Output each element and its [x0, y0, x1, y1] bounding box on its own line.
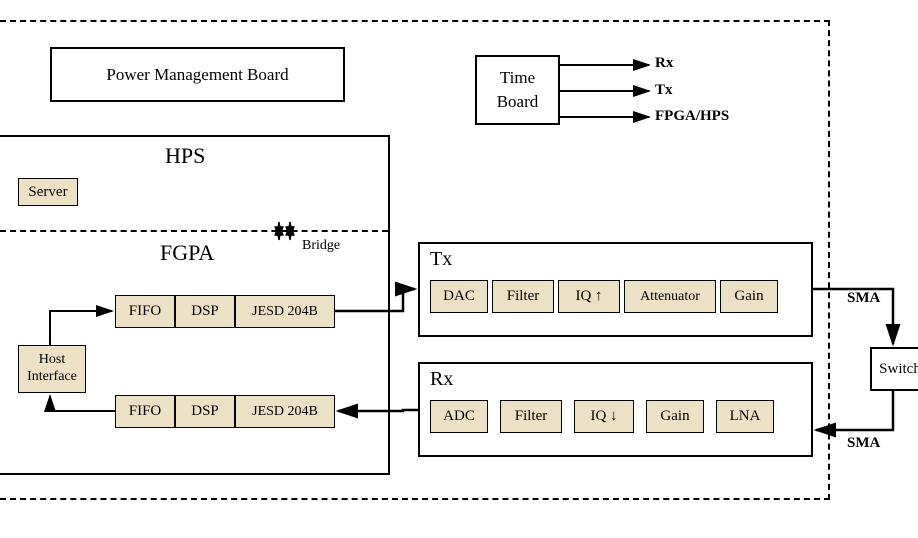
power-management-board: Power Management Board — [50, 47, 345, 102]
fpga-fifo-1: FIFO — [115, 295, 175, 328]
host-interface-box: Host Interface — [18, 345, 86, 393]
fpga-title: FGPA — [160, 240, 214, 266]
time-tx-label: Tx — [655, 82, 673, 99]
fpga-jesd-2: JESD 204B — [235, 395, 335, 428]
sma-label-1: SMA — [847, 290, 880, 307]
rx-filter: Filter — [500, 400, 562, 433]
fpga-fifo-2: FIFO — [115, 395, 175, 428]
server-box: Server — [18, 178, 78, 206]
fpga-dsp-1: DSP — [175, 295, 235, 328]
time-board-l1: Time — [500, 66, 535, 90]
switch-label: Switch — [879, 361, 918, 378]
switch-box: Switch — [870, 347, 918, 391]
tx-title: Tx — [430, 248, 452, 271]
time-board-l2: Board — [497, 90, 539, 114]
time-board: Time Board — [475, 55, 560, 125]
host-interface-l2: Interface — [27, 369, 77, 386]
server-label: Server — [28, 184, 67, 201]
tx-gain: Gain — [720, 280, 778, 313]
power-mgmt-label: Power Management Board — [106, 65, 288, 85]
rx-lna: LNA — [716, 400, 774, 433]
tx-att: Attenuator — [624, 280, 716, 313]
tx-dac: DAC — [430, 280, 488, 313]
time-fpga-label: FPGA/HPS — [655, 108, 729, 125]
time-rx-label: Rx — [655, 55, 673, 72]
sma-label-2: SMA — [847, 435, 880, 452]
hps-title: HPS — [165, 143, 205, 169]
bridge-label: Bridge — [302, 238, 340, 254]
fpga-dsp-2: DSP — [175, 395, 235, 428]
hps-fpga-separator — [0, 230, 388, 232]
rx-title: Rx — [430, 368, 453, 391]
rx-adc: ADC — [430, 400, 488, 433]
host-interface-l1: Host — [39, 352, 65, 369]
tx-filter: Filter — [492, 280, 554, 313]
rx-iq: IQ ↓ — [574, 400, 634, 433]
tx-iq: IQ ↑ — [558, 280, 620, 313]
fpga-jesd-1: JESD 204B — [235, 295, 335, 328]
rx-gain: Gain — [646, 400, 704, 433]
